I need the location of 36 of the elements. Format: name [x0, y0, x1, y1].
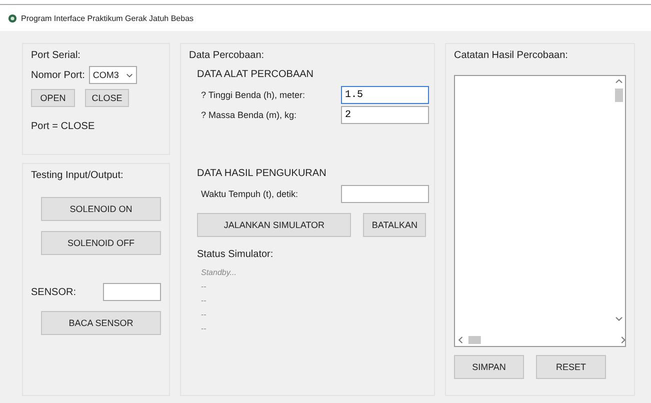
input-label: ? Massa Benda (m), kg: — [201, 110, 297, 120]
log-button[interactable]: SIMPAN — [454, 355, 524, 379]
input-label: ? Tinggi Benda (h), meter: — [201, 90, 306, 100]
panel-title: Data Percobaan: — [189, 50, 266, 61]
run-simulator-button[interactable]: JALANKAN SIMULATOR — [197, 213, 352, 237]
sensor-field[interactable] — [103, 283, 161, 301]
window-title: Program Interface Praktikum Gerak Jatuh Bebas — [21, 14, 194, 22]
input-field[interactable]: 1.5 — [341, 86, 429, 104]
section-heading: DATA HASIL PENGUKURAN — [197, 168, 328, 179]
status-line: Standby... — [201, 267, 238, 279]
solenoid-button[interactable]: SOLENOID ON — [41, 197, 161, 221]
solenoid-button[interactable]: SOLENOID OFF — [41, 231, 161, 255]
status-line: -- — [201, 295, 208, 307]
panel-title: Catatan Hasil Percobaan: — [454, 50, 569, 61]
port-status: Port = CLOSE — [31, 121, 96, 132]
input-field[interactable]: 2 — [341, 106, 429, 124]
section-heading: DATA ALAT PERCOBAAN — [197, 69, 315, 80]
panel-title: Testing Input/Output: — [31, 170, 124, 181]
app-icon — [8, 14, 17, 22]
port-dropdown[interactable]: COM3 — [88, 66, 137, 84]
port-label: Nomor Port: — [31, 70, 85, 80]
port-button[interactable]: CLOSE — [85, 89, 129, 107]
cancel-button[interactable]: BATALKAN — [363, 213, 426, 237]
status-line: -- — [201, 323, 208, 335]
input-label: Waktu Tempuh (t), detik: — [201, 189, 298, 199]
sensor-label: SENSOR: — [31, 286, 76, 298]
dropdown-caret-icon — [126, 72, 133, 78]
status-title: Status Simulator: — [197, 249, 274, 260]
port-button[interactable]: OPEN — [31, 89, 75, 107]
read-sensor-button[interactable]: BACA SENSOR — [41, 311, 161, 335]
status-line: -- — [201, 309, 208, 321]
log-textarea[interactable] — [454, 75, 626, 347]
status-line: -- — [201, 281, 208, 293]
time-field[interactable] — [341, 185, 429, 203]
log-button[interactable]: RESET — [536, 355, 606, 379]
panel-title: Port Serial: — [31, 50, 82, 61]
